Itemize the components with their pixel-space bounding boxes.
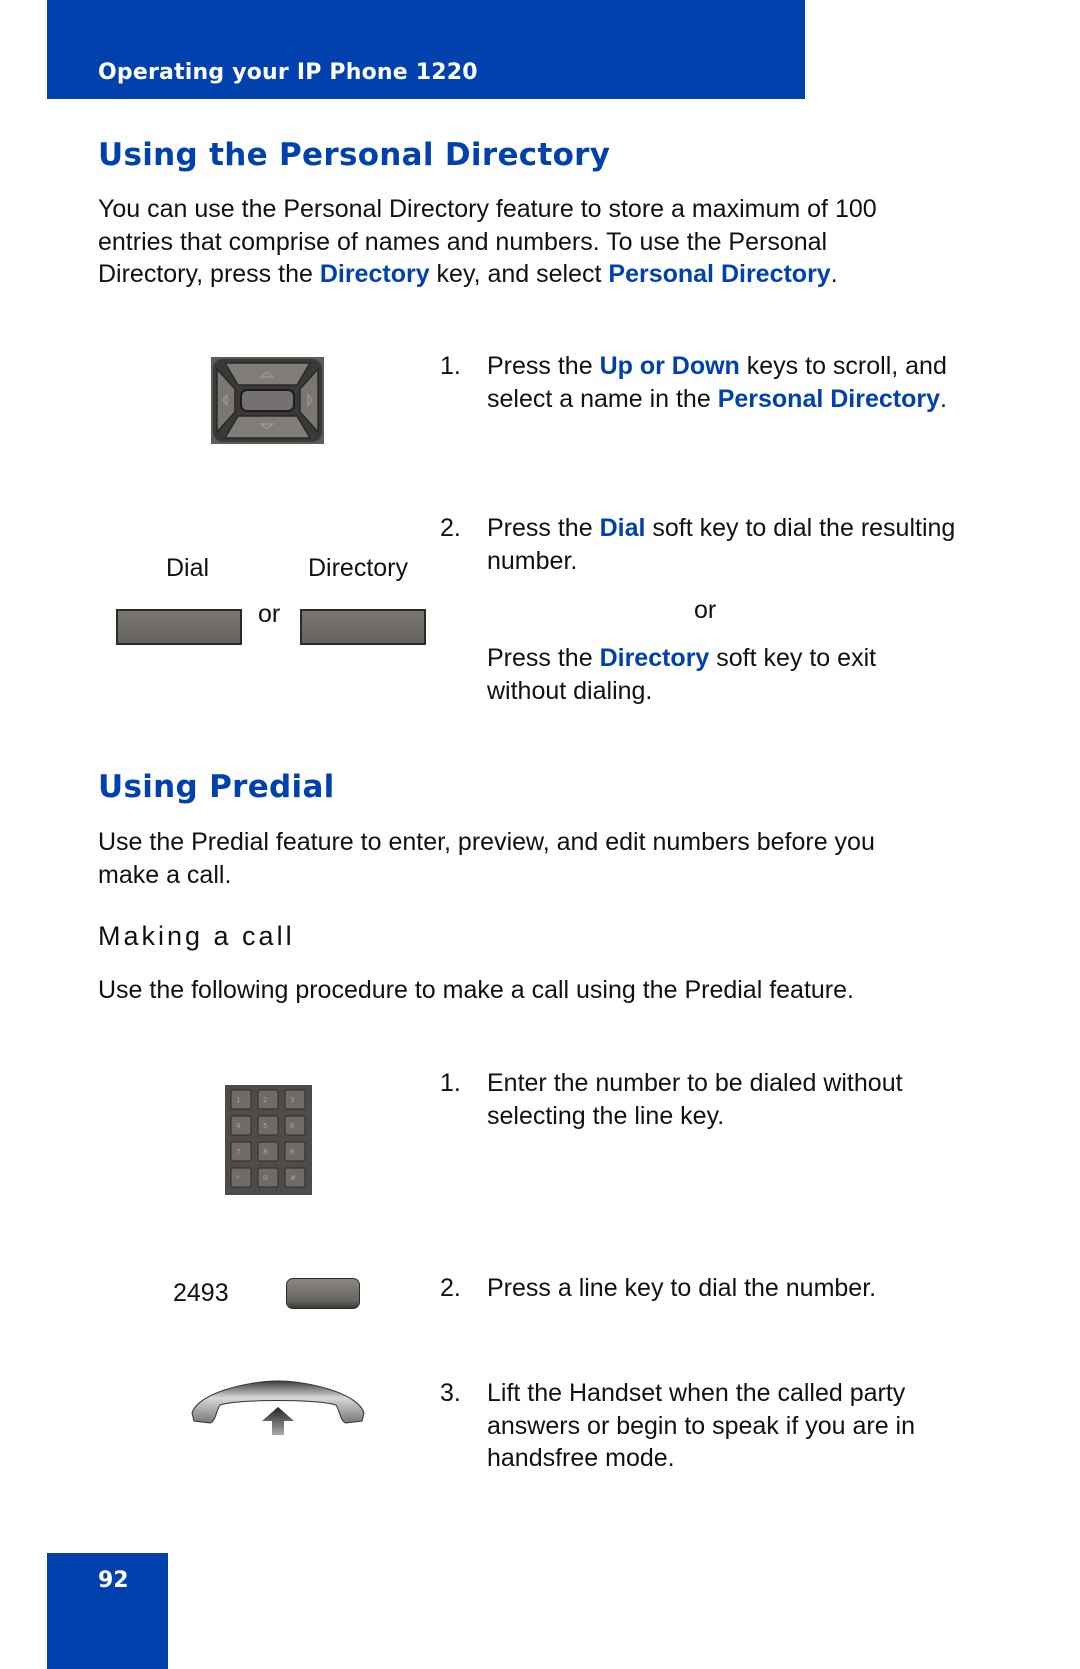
step-number: 1. (440, 352, 461, 380)
svg-text:5: 5 (263, 1122, 267, 1130)
step-text: Press the Up or Down keys to scroll, and… (487, 350, 987, 415)
intro-line: Use the Predial feature to enter, previe… (98, 828, 875, 856)
svg-text:0: 0 (263, 1174, 267, 1182)
step-number: 1. (440, 1069, 461, 1097)
highlight-dial: Dial (599, 514, 646, 542)
text: Press the (487, 514, 600, 542)
or-text: or (694, 596, 717, 624)
svg-text:9: 9 (290, 1148, 294, 1156)
directory-softkey[interactable] (300, 609, 426, 645)
highlight-up-down: Up or Down (599, 352, 740, 380)
svg-text:2: 2 (263, 1096, 267, 1104)
dial-softkey[interactable] (116, 609, 242, 645)
svg-text:4: 4 (236, 1122, 241, 1130)
section2-step-3: 3. Lift the Handset when the called part… (440, 1377, 980, 1487)
line-key[interactable] (286, 1278, 360, 1309)
procedure-intro: Use the following procedure to make a ca… (98, 976, 854, 1004)
step-text: Press a line key to dial the number. (487, 1274, 877, 1302)
handset-lift-icon (191, 1380, 365, 1435)
line-key-number: 2493 (173, 1279, 229, 1307)
text: Press the (487, 352, 600, 380)
page-number: 92 (98, 1568, 129, 1593)
section-heading-personal-directory: Using the Personal Directory (98, 137, 611, 173)
step-number: 2. (440, 1274, 461, 1302)
section-heading-predial: Using Predial (98, 769, 335, 805)
text: . (830, 260, 838, 288)
section2-step-2: 2. Press a line key to dial the number. (440, 1272, 980, 1312)
directory-softkey-label: Directory (308, 554, 409, 582)
text: Press the (487, 644, 600, 672)
step-text: Press the Dial soft key to dial the resu… (487, 512, 987, 577)
section1-intro: You can use the Personal Directory featu… (98, 193, 877, 291)
section2-intro: Use the Predial feature to enter, previe… (98, 826, 875, 891)
svg-text:*: * (236, 1174, 240, 1182)
step-number: 2. (440, 514, 461, 542)
text: key, and select (429, 260, 609, 288)
highlight-personal-directory: Personal Directory (717, 384, 941, 413)
section1-step-2: 2. Press the Dial soft key to dial the r… (440, 512, 980, 712)
highlight-personal-directory: Personal Directory (608, 260, 831, 288)
dial-softkey-label: Dial (166, 554, 210, 582)
highlight-directory: Directory (319, 260, 430, 288)
text: . (940, 384, 947, 413)
svg-text:7: 7 (236, 1148, 240, 1156)
step-text-alt: Press the Directory soft key to exit wit… (487, 642, 937, 707)
svg-text:8: 8 (263, 1148, 267, 1156)
step-text: Lift the Handset when the called party a… (487, 1379, 916, 1472)
or-label: or (258, 600, 281, 628)
section1-step-1: 1. Press the Up or Down keys to scroll, … (440, 350, 980, 450)
intro-line: Directory, press the Directory key, and … (98, 258, 877, 291)
highlight-directory: Directory (599, 644, 710, 672)
intro-line: make a call. (98, 860, 232, 889)
svg-text:#: # (290, 1174, 296, 1182)
text: Directory, press the (98, 260, 320, 288)
svg-text:3: 3 (290, 1096, 294, 1104)
dialpad-icon: 1 2 3 4 5 6 7 8 9 * 0 # (225, 1085, 312, 1195)
header-title: Operating your IP Phone 1220 (98, 60, 478, 85)
intro-line: You can use the Personal Directory featu… (98, 195, 877, 223)
section2-step-1: 1. Enter the number to be dialed without… (440, 1067, 980, 1137)
subheading-making-a-call: Making a call (98, 921, 295, 951)
svg-text:6: 6 (290, 1122, 295, 1130)
intro-line: entries that comprise of names and numbe… (98, 227, 828, 256)
step-text: Enter the number to be dialed without se… (487, 1069, 903, 1130)
svg-text:1: 1 (236, 1096, 240, 1104)
step-number: 3. (440, 1379, 461, 1407)
navigation-keys-icon (211, 357, 324, 444)
